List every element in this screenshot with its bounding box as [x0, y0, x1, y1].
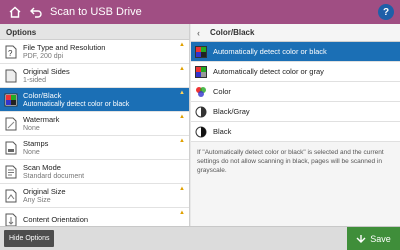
favorite-star-icon: ▲ [179, 114, 185, 120]
title-bar: Scan to USB Drive ? [0, 0, 400, 24]
option-content-orientation[interactable]: Content Orientation ▲ [0, 208, 189, 226]
choice-label: Black [213, 127, 232, 136]
save-icon [356, 235, 366, 243]
option-label: Stamps [23, 138, 49, 148]
option-value: PDF, 200 dpi [23, 52, 64, 60]
original-size-icon [4, 188, 18, 204]
choice-label: Black/Gray [213, 107, 250, 116]
choice-black[interactable]: Black [191, 122, 400, 142]
favorite-star-icon: ▲ [179, 186, 185, 192]
option-value: 1-sided [23, 76, 46, 84]
option-value: None [23, 124, 40, 132]
favorite-star-icon: ▲ [179, 66, 185, 72]
auto-color-gray-icon [195, 65, 207, 78]
favorite-star-icon: ▲ [179, 42, 185, 48]
option-color-black[interactable]: Color/Black Automatically detect color or… [0, 88, 189, 112]
help-button[interactable]: ? [378, 4, 394, 20]
option-value: Automatically detect color or black [23, 100, 130, 108]
choice-label: Automatically detect color or black [213, 47, 327, 56]
choice-black-gray[interactable]: Black/Gray [191, 102, 400, 122]
auto-color-black-icon [195, 45, 207, 58]
option-label: Original Size [23, 186, 66, 196]
options-header: Options [0, 24, 189, 40]
choice-auto-color-black[interactable]: Automatically detect color or black [191, 42, 400, 62]
option-label: Original Sides [23, 66, 70, 76]
back-icon[interactable] [28, 3, 44, 21]
option-label: Color/Black [23, 90, 62, 100]
favorite-star-icon: ▲ [179, 90, 185, 96]
option-label: File Type and Resolution [23, 42, 106, 52]
color-black-icon [4, 92, 18, 108]
option-label: Scan Mode [23, 162, 61, 172]
black-icon [195, 126, 207, 138]
options-panel: Options ? File Type and Resolution PDF, 2… [0, 24, 190, 226]
home-icon[interactable] [6, 3, 24, 21]
option-original-sides[interactable]: Original Sides 1-sided ▲ [0, 64, 189, 88]
bottom-bar: Hide Options Save [0, 226, 400, 250]
favorite-star-icon: ▲ [179, 138, 185, 144]
choice-color[interactable]: Color [191, 82, 400, 102]
detail-title: Color/Black [210, 28, 255, 37]
option-value: None [23, 148, 40, 156]
color-icon [195, 86, 207, 98]
scan-mode-icon [4, 164, 18, 180]
save-button[interactable]: Save [347, 227, 400, 250]
option-file-type[interactable]: ? File Type and Resolution PDF, 200 dpi ▲ [0, 40, 189, 64]
chevron-left-icon[interactable]: ‹ [197, 28, 200, 38]
page-title: Scan to USB Drive [50, 6, 142, 18]
option-value: Standard document [23, 172, 85, 180]
detail-header: ‹ Color/Black [191, 24, 400, 42]
stamps-icon [4, 140, 18, 156]
option-watermark[interactable]: Watermark None ▲ [0, 112, 189, 136]
option-original-size[interactable]: Original Size Any Size ▲ [0, 184, 189, 208]
svg-text:?: ? [8, 49, 13, 58]
option-value: Any Size [23, 196, 51, 204]
option-scan-mode[interactable]: Scan Mode Standard document [0, 160, 189, 184]
info-note: If "Automatically detect color or black"… [197, 149, 384, 174]
detail-panel: ‹ Color/Black Automatically detect color… [191, 24, 400, 226]
hide-options-button[interactable]: Hide Options [4, 230, 55, 247]
save-label: Save [370, 234, 391, 244]
option-label: Content Orientation [23, 215, 89, 224]
choice-auto-color-gray[interactable]: Automatically detect color or gray [191, 62, 400, 82]
choice-label: Color [213, 87, 231, 96]
option-label: Watermark [23, 114, 60, 124]
black-gray-icon [195, 106, 207, 118]
watermark-icon [4, 116, 18, 132]
orientation-icon [4, 212, 18, 226]
favorite-star-icon: ▲ [179, 210, 185, 216]
choice-label: Automatically detect color or gray [213, 67, 324, 76]
original-sides-icon [4, 68, 18, 84]
option-stamps[interactable]: Stamps None ▲ [0, 136, 189, 160]
file-type-icon: ? [4, 44, 18, 60]
